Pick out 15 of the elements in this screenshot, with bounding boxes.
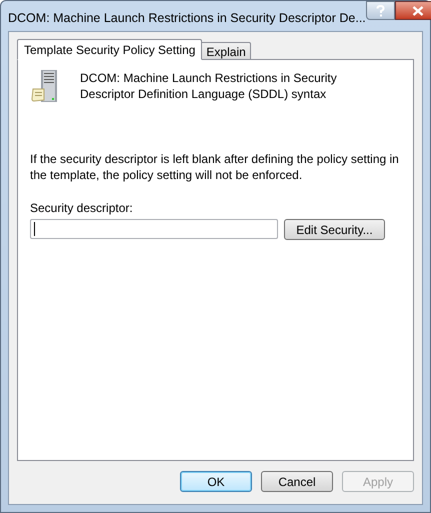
field-label: Security descriptor: xyxy=(30,200,134,217)
close-button[interactable] xyxy=(394,1,431,20)
dialog-button[interactable]: Cancel xyxy=(261,471,333,492)
tab[interactable]: Explain xyxy=(202,42,251,60)
edit-security-button[interactable]: Edit Security... xyxy=(284,219,385,240)
window-title: DCOM: Machine Launch Restrictions in Security Descriptor De... xyxy=(7,10,366,27)
note-text: If the security descriptor is left blank after defining the policy setting in the template, the policy setting will not be enforced. xyxy=(30,151,400,183)
tab[interactable]: Template Security Policy Setting xyxy=(17,39,202,60)
help-button[interactable] xyxy=(366,1,395,20)
text-cursor-icon xyxy=(34,222,35,236)
help-icon xyxy=(376,4,385,16)
policy-title: DCOM: Machine Launch Restrictions in Security Descriptor Definition Language (SDDL) syntax xyxy=(80,70,338,103)
security-descriptor-field[interactable] xyxy=(30,219,278,239)
dialog-button[interactable]: OK xyxy=(180,471,252,492)
close-icon xyxy=(412,6,424,16)
